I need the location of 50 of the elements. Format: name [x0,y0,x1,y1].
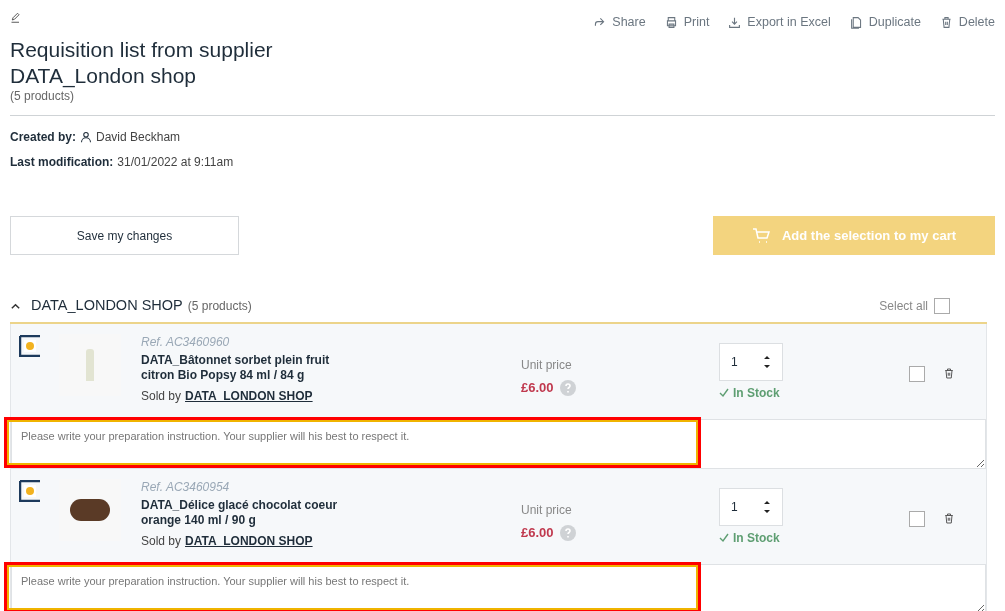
meta-value: 31/01/2022 at 9:11am [117,154,234,171]
sold-by-label: Sold by [141,388,182,405]
export-action[interactable]: Export in Excel [728,13,831,32]
product-reference: Ref. AC3460954 [141,479,231,495]
delete-icon[interactable] [943,512,955,525]
product-name[interactable]: DATA_Délice glacé chocolat coeur orange 140 ml / 90 g [141,498,356,528]
product-reference: Ref. AC3460960 [141,334,231,350]
trash-icon [939,15,953,29]
delete-icon[interactable] [943,367,955,380]
seller-link[interactable]: DATA_LONDON SHOP [185,532,313,550]
select-all-checkbox[interactable] [934,298,950,314]
seller-link[interactable]: DATA_LONDON SHOP [185,387,313,405]
quantity-stepper[interactable]: 1 [719,343,783,381]
meta-label: Last modification: [10,154,114,171]
unit-price-label: Unit price [521,357,573,374]
section-count: (5 products) [187,298,252,315]
save-button[interactable]: Save my changes [10,216,239,255]
badge-logo-icon [19,480,41,502]
unit-price-label: Unit price [521,502,573,519]
quantity-stepper[interactable]: 1 [719,488,783,526]
unit-price: £6.00 [521,379,554,397]
sold-by-label: Sold by [141,533,182,550]
page-title: Requisition list from supplier DATA_London shop [10,37,274,89]
badge-logo-icon [19,335,41,357]
user-icon [80,131,93,143]
unit-price: £6.00 [521,524,554,542]
meta-value: David Beckham [96,129,181,146]
cart-icon [751,227,770,244]
meta-label: Created by: [10,129,77,146]
copy-icon [849,15,863,29]
select-all-label: Select all [879,298,928,315]
share-action[interactable]: Share [593,13,646,32]
section-title: DATA_LONDON SHOP [31,296,183,316]
product-checkbox[interactable] [909,511,925,527]
duplicate-action[interactable]: Duplicate [849,13,921,32]
stepper-arrows-icon[interactable] [763,353,771,371]
stock-status: In Stock [719,384,909,402]
stock-status: In Stock [719,529,909,547]
check-icon [719,388,729,398]
delete-action[interactable]: Delete [939,13,995,32]
share-icon [593,15,607,29]
printer-icon [664,15,678,29]
product-checkbox[interactable] [909,366,925,382]
check-icon [719,533,729,543]
print-action[interactable]: Print [664,13,710,32]
download-icon [728,15,742,29]
product-count: (5 products) [10,89,76,103]
stepper-arrows-icon[interactable] [763,498,771,516]
pencil-icon[interactable] [10,11,22,23]
product-name[interactable]: DATA_Bâtonnet sorbet plein fruit citron Bio Popsy 84 ml / 84 g [141,353,356,383]
